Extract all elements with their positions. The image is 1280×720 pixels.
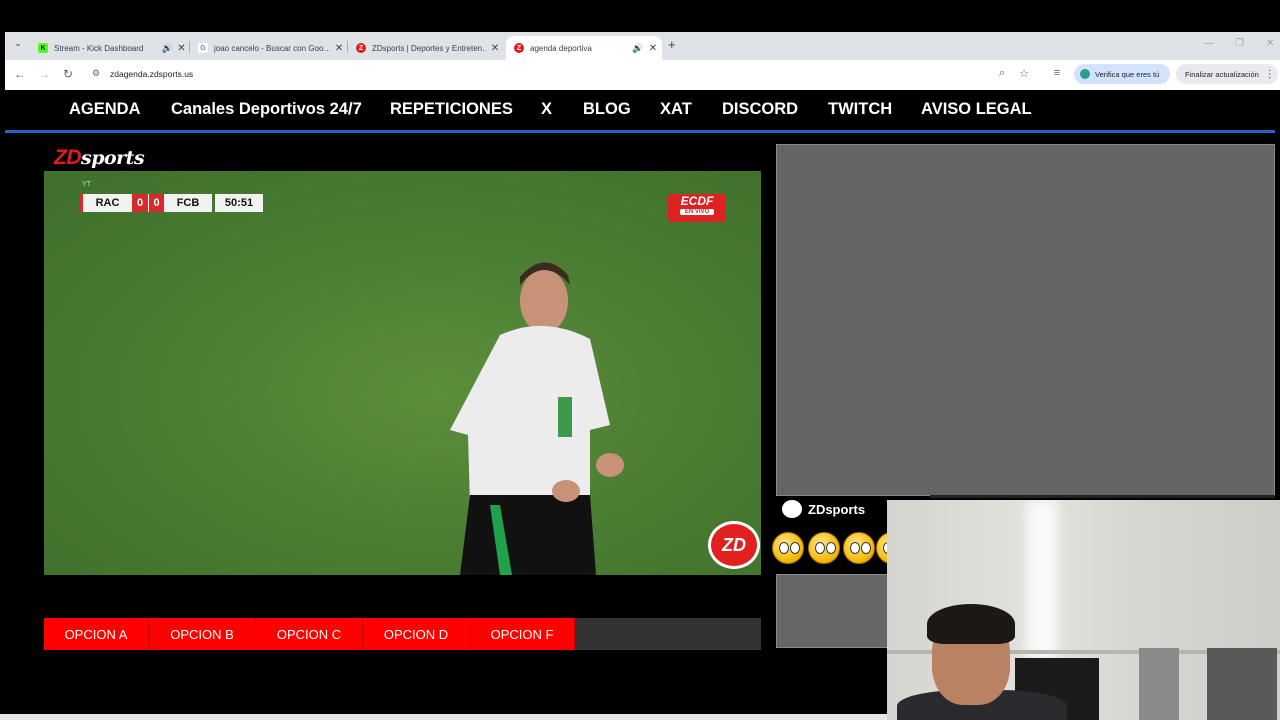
- zdsports-favicon-icon: Z: [514, 43, 524, 53]
- zoom-icon[interactable]: ⌕: [995, 67, 1009, 80]
- site-info-icon[interactable]: ⚙: [92, 68, 100, 79]
- zdsports-favicon-icon: Z: [356, 43, 366, 53]
- site-logo[interactable]: ZDsports: [54, 146, 145, 170]
- verify-label: Verifica que eres tú: [1095, 69, 1160, 79]
- home-team: RAC: [80, 194, 132, 212]
- watermark-text: YT: [82, 181, 91, 188]
- minimize-icon[interactable]: —: [1204, 38, 1214, 49]
- emoji-icon[interactable]: [808, 532, 840, 564]
- home-score: 0: [132, 194, 148, 212]
- kick-favicon-icon: K: [38, 43, 48, 53]
- ceiling-light: [1027, 500, 1057, 660]
- menu-icon[interactable]: ⋮: [1265, 69, 1275, 80]
- tab-title: Stream - Kick Dashboard: [54, 43, 144, 53]
- nav-discord[interactable]: DISCORD: [722, 100, 798, 119]
- option-f-button[interactable]: OPCION F: [470, 618, 575, 650]
- chat-header-bar: [930, 495, 1275, 498]
- google-favicon-icon: G: [198, 43, 208, 53]
- close-tab-icon[interactable]: ✕: [332, 43, 346, 54]
- new-tab-button[interactable]: +: [668, 37, 676, 52]
- nav-underline: [5, 130, 1275, 133]
- close-window-icon[interactable]: ✕: [1266, 38, 1274, 49]
- maximize-icon[interactable]: ❐: [1235, 38, 1244, 49]
- reload-icon[interactable]: ↻: [61, 67, 75, 81]
- back-arrow-icon[interactable]: ←: [13, 67, 27, 81]
- match-clock: 50:51: [215, 194, 263, 212]
- away-team: FCB: [164, 194, 212, 212]
- profile-icon: [1080, 69, 1090, 79]
- nav-blog[interactable]: BLOG: [583, 100, 631, 119]
- media-controls-icon[interactable]: ≡: [1050, 67, 1064, 79]
- option-b-button[interactable]: OPCION B: [149, 618, 256, 650]
- embed-panel[interactable]: [776, 144, 1275, 496]
- scorebug: RAC 0 0 FCB 50:51: [80, 194, 282, 212]
- player-figure: [450, 262, 624, 575]
- bookmark-star-icon[interactable]: ☆: [1017, 67, 1031, 80]
- finish-update-button[interactable]: Finalizar actualización ⋮: [1176, 64, 1278, 84]
- tab-google-search[interactable]: G joao cancelo - Buscar con Goo… ✕: [190, 36, 346, 60]
- away-score: 0: [148, 194, 164, 212]
- verify-chip[interactable]: Verifica que eres tú: [1074, 64, 1170, 84]
- close-tab-icon[interactable]: ✕: [646, 43, 660, 54]
- webcam-overlay: [887, 500, 1280, 720]
- tab-title: ZDsports | Deportes y Entreten…: [372, 43, 486, 53]
- tab-search-button[interactable]: ⌄: [12, 38, 24, 49]
- finish-update-label: Finalizar actualización: [1185, 69, 1259, 79]
- address-bar[interactable]: zdagenda.zdsports.us: [110, 69, 193, 79]
- nav-agenda[interactable]: AGENDA: [69, 100, 141, 119]
- tab-kick-dashboard[interactable]: K Stream - Kick Dashboard 🔊 ✕: [30, 36, 188, 60]
- speaker-icon[interactable]: 🔊: [162, 43, 173, 54]
- forward-arrow-icon[interactable]: →: [37, 67, 51, 81]
- computer-tower: [1207, 648, 1277, 720]
- nav-canales[interactable]: Canales Deportivos 24/7: [171, 100, 362, 119]
- chat-title: ZDsports: [782, 500, 865, 518]
- tab-title: agenda deportiva: [530, 43, 592, 53]
- chat-bubble-icon: [782, 500, 802, 518]
- emoji-icon[interactable]: [772, 532, 804, 564]
- video-player[interactable]: [44, 171, 761, 575]
- nav-aviso-legal[interactable]: AVISO LEGAL: [921, 100, 1032, 119]
- broadcaster-logo: ECDF EN VIVO: [668, 194, 726, 222]
- nav-twitch[interactable]: TWITCH: [828, 100, 892, 119]
- emoji-icon[interactable]: [843, 532, 875, 564]
- chat-box[interactable]: [776, 574, 888, 648]
- option-d-button[interactable]: OPCION D: [363, 618, 470, 650]
- computer-tower: [1139, 648, 1179, 720]
- person-hair: [927, 604, 1015, 644]
- zd-badge-icon: ZD: [708, 521, 760, 569]
- horizontal-scrollbar[interactable]: [0, 714, 887, 720]
- tab-zdsports[interactable]: Z ZDsports | Deportes y Entreten… ✕: [348, 36, 504, 60]
- option-c-button[interactable]: OPCION C: [256, 618, 363, 650]
- speaker-icon[interactable]: 🔊: [632, 43, 644, 54]
- nav-x[interactable]: X: [541, 100, 552, 119]
- tab-agenda-deportiva[interactable]: Z agenda deportiva 🔊 ✕: [506, 36, 662, 60]
- close-tab-icon[interactable]: ✕: [488, 43, 502, 54]
- screen-top-strip: [0, 0, 1280, 32]
- tab-title: joao cancelo - Buscar con Goo…: [214, 43, 331, 53]
- option-a-button[interactable]: OPCION A: [44, 618, 149, 650]
- close-tab-icon[interactable]: ✕: [175, 43, 188, 54]
- nav-xat[interactable]: XAT: [660, 100, 692, 119]
- nav-repeticiones[interactable]: REPETICIONES: [390, 100, 513, 119]
